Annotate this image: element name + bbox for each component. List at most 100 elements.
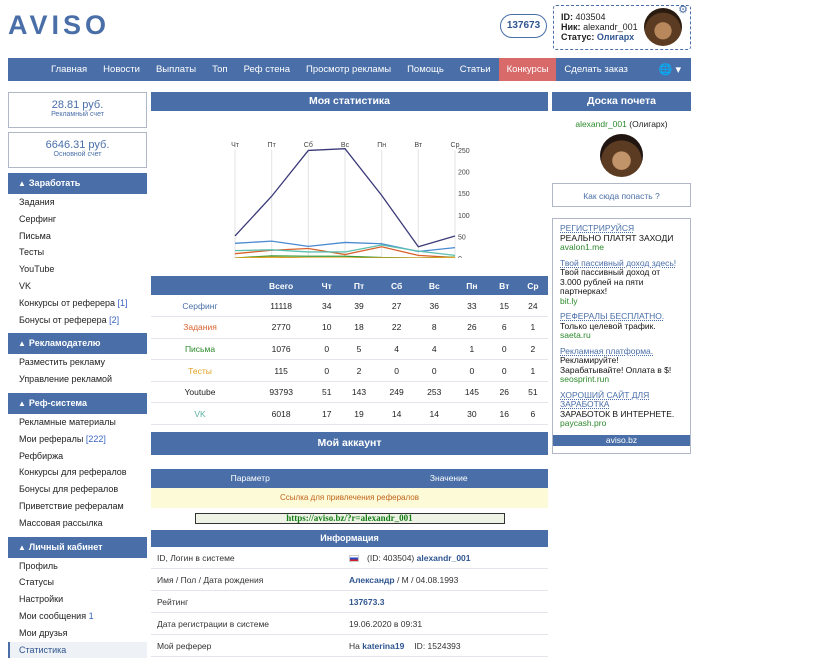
sidebar-item[interactable]: Тесты — [8, 244, 147, 261]
ad-title[interactable]: ХОРОШИЙ САЙТ ДЛЯ ЗАРАБОТКА — [560, 390, 683, 410]
ad-item[interactable]: ХОРОШИЙ САЙТ ДЛЯ ЗАРАБОТКА ЗАРАБОТОК В ИН… — [560, 390, 683, 429]
sidebar-section-0[interactable]: ▲ Заработать — [8, 173, 147, 194]
gear-icon[interactable]: ⚙ — [678, 5, 688, 16]
x-tick-label: Сб — [304, 141, 313, 149]
ad-url[interactable]: avalon1.me — [560, 242, 683, 253]
info-bold[interactable]: katerina19 — [362, 641, 404, 651]
sidebar-item[interactable]: YouTube — [8, 261, 147, 278]
sidebar-item-label: Мои друзья — [19, 627, 68, 638]
nav-item-0[interactable]: Главная — [43, 58, 95, 81]
sidebar-item[interactable]: Письма — [8, 228, 147, 245]
stats-cell: 6 — [517, 402, 548, 426]
nav-item-1[interactable]: Новости — [95, 58, 148, 81]
stats-col-header: Вт — [490, 276, 518, 295]
ad-url[interactable]: paycash.pro — [560, 418, 683, 429]
sidebar-item-label: VK — [19, 280, 32, 291]
avatar[interactable] — [644, 8, 682, 46]
fame-avatar[interactable] — [600, 134, 643, 177]
ad-item[interactable]: РЕГИСТРИРУЙСЯ РЕАЛЬНО ПЛАТЯТ ЗАХОДИ avalon… — [560, 223, 683, 253]
sidebar-item[interactable]: Бонусы от реферера [2] — [8, 312, 147, 329]
nav-item-5[interactable]: Просмотр рекламы — [298, 58, 399, 81]
stats-row-label[interactable]: Youtube — [151, 381, 249, 404]
ad-url[interactable]: saeta.ru — [560, 330, 683, 341]
sidebar-item[interactable]: Мои сообщения 1 — [8, 608, 147, 625]
sidebar-item[interactable]: Массовая рассылка — [8, 515, 147, 532]
nav-item-6[interactable]: Помощь — [399, 58, 452, 81]
sidebar-item[interactable]: Статистика — [8, 641, 147, 658]
ref-link-label: Ссылка для привлечения рефералов — [151, 488, 548, 509]
ad-url[interactable]: seosprint.run — [560, 374, 683, 385]
stats-cell: 253 — [415, 381, 454, 404]
balance-main[interactable]: 6646.31 руб. Основной счет — [8, 132, 147, 168]
stats-cell: 1 — [453, 338, 491, 361]
info-row: Рейтинг 137673.3 — [151, 591, 548, 614]
sidebar-menus: ▲ Заработать Задания Серфинг Письма Тесты YouT… — [8, 173, 147, 658]
sidebar-item[interactable]: Задания — [8, 194, 147, 211]
stats-cell: 11118 — [249, 295, 314, 318]
sidebar-item[interactable]: Рекламные материалы — [8, 414, 147, 431]
sidebar-item[interactable]: Настройки — [8, 591, 147, 608]
sidebar-item[interactable]: Профиль — [8, 558, 147, 575]
ad-item[interactable]: Твой пассивный доход здесь! Твой пассивны… — [560, 258, 683, 307]
globe-icon[interactable]: 🌐 ▾ — [659, 63, 681, 76]
nav-item-7[interactable]: Статьи — [452, 58, 499, 81]
nav-item-3[interactable]: Топ — [204, 58, 236, 81]
sidebar-item[interactable]: Разместить рекламу — [8, 354, 147, 371]
sidebar-section-title: Реф-система — [28, 397, 87, 408]
sidebar-item[interactable]: Бонусы для рефералов — [8, 481, 147, 498]
logo[interactable]: AVISO — [8, 10, 110, 41]
ads-footer[interactable]: aviso.bz — [553, 434, 690, 446]
sidebar-item[interactable]: Конкурсы от реферера [1] — [8, 295, 147, 312]
fame-user[interactable]: alexandr_001 — [575, 119, 627, 129]
ad-item[interactable]: РЕФЕРАЛЫ БЕСПЛАТНО. Только целевой трафик… — [560, 311, 683, 341]
stats-cell: 0 — [490, 338, 518, 361]
stats-cell: 0 — [415, 359, 454, 382]
collapse-arrow-icon: ▲ — [18, 179, 26, 188]
sidebar-item[interactable]: Конкурсы для рефералов — [8, 464, 147, 481]
sidebar-section-2[interactable]: ▲ Реф-система — [8, 392, 147, 414]
param-col-header: Параметр — [230, 473, 270, 484]
stats-row-label[interactable]: Письма — [151, 338, 249, 361]
fame-how-button[interactable]: Как сюда попасть ? — [552, 183, 691, 207]
info-bold[interactable]: 137673.3 — [349, 597, 384, 607]
sidebar-item[interactable]: Мои друзья — [8, 625, 147, 642]
stats-cell: 5 — [340, 338, 378, 361]
sidebar-item[interactable]: Управление рекламой — [8, 371, 147, 388]
info-key: ID, Логин в системе — [157, 553, 235, 564]
stats-cell: 30 — [453, 402, 491, 426]
stats-cell: 0 — [453, 359, 491, 382]
nav-item-4[interactable]: Реф стена — [236, 58, 298, 81]
stats-row-label[interactable]: Серфинг — [151, 295, 249, 318]
sidebar-item[interactable]: Мои рефералы [222] — [8, 431, 147, 448]
stats-row-label[interactable]: Задания — [151, 316, 249, 339]
sidebar-item[interactable]: Серфинг — [8, 211, 147, 228]
rating-counter[interactable]: 137673 — [500, 14, 547, 38]
ad-text: Твой пассивный доход от 3.000 рублей на … — [560, 267, 661, 296]
stats-cell: 249 — [377, 381, 416, 404]
sidebar-item[interactable]: Статусы — [8, 574, 147, 591]
user-status[interactable]: Олигарх — [597, 32, 634, 42]
ad-item[interactable]: Рекламная платформа. Рекламируйте! Зараба… — [560, 346, 683, 385]
nav-item-9[interactable]: Сделать заказ — [556, 58, 635, 81]
ref-link-field[interactable]: https://aviso.bz/?r=alexandr_001 — [194, 513, 505, 525]
x-tick-label: Пт — [268, 142, 277, 149]
sidebar-item-label: Настройки — [19, 594, 64, 605]
table-row: Youtube 93793 51 143 249 253 145 26 51 — [151, 381, 548, 404]
nav-item-8[interactable]: Конкурсы — [498, 58, 557, 81]
nav-item-2[interactable]: Выплаты — [148, 58, 204, 81]
stats-col-header: Всего — [249, 276, 314, 295]
sidebar-section-3[interactable]: ▲ Личный кабинет — [8, 536, 147, 558]
stats-row-label[interactable]: Тесты — [151, 359, 249, 382]
sidebar-item[interactable]: VK — [8, 278, 147, 295]
table-row: Задания 2770 10 18 22 8 26 6 1 — [151, 316, 548, 339]
info-bold[interactable]: alexandr_001 — [417, 553, 471, 563]
sidebar-section-1[interactable]: ▲ Рекламодателю — [8, 333, 147, 355]
stats-cell: 1 — [517, 359, 548, 382]
ad-url[interactable]: bit.ly — [560, 296, 683, 307]
sidebar-item[interactable]: Рефбиржа — [8, 448, 147, 465]
info-bold[interactable]: Александр — [349, 575, 395, 585]
balance-ad[interactable]: 28.81 руб. Рекламный счет — [8, 92, 147, 128]
stats-row-label[interactable]: VK — [151, 402, 249, 426]
sidebar-item[interactable]: Приветствие рефералам — [8, 498, 147, 515]
value-col-header: Значение — [429, 473, 468, 484]
